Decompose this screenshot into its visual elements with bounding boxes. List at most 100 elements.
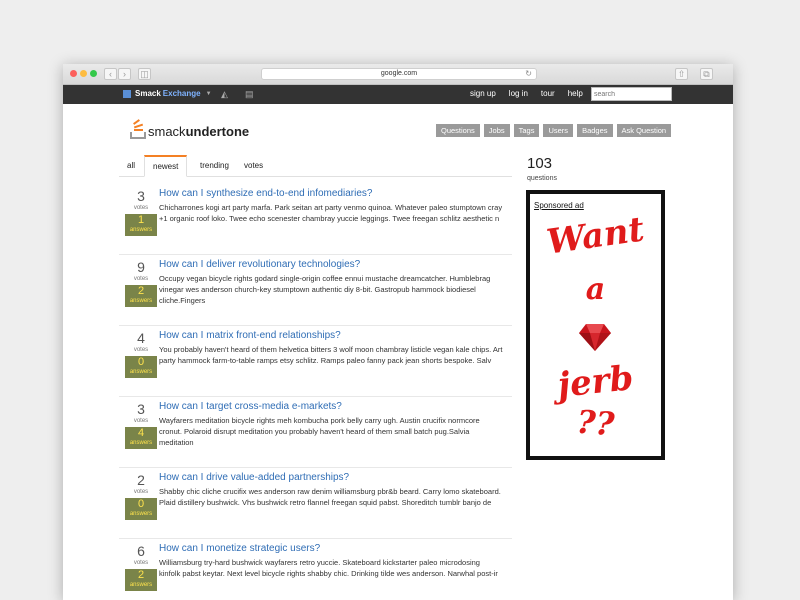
question-excerpt: Shabby chic cliche crucifix wes anderson…: [159, 487, 501, 507]
question-title-link[interactable]: How can I deliver revolutionary technolo…: [159, 259, 360, 270]
ad-label: Sponsored ad: [534, 201, 584, 210]
answer-count-badge: 4 answers: [125, 427, 157, 449]
top-links: sign up log in tour help: [470, 89, 583, 98]
search-input[interactable]: [591, 87, 672, 101]
main-nav: Questions Jobs Tags Users Badges Ask Que…: [436, 124, 672, 137]
sidebar-toggle-icon[interactable]: ◫: [138, 68, 151, 80]
login-link[interactable]: log in: [509, 89, 528, 98]
vote-count: 2 votes: [126, 472, 156, 496]
zoom-window-button[interactable]: [90, 70, 97, 77]
vote-label: votes: [133, 276, 149, 282]
answer-number: 0: [137, 356, 145, 368]
tab-votes[interactable]: votes: [236, 155, 271, 177]
question-title-link[interactable]: How can I monetize strategic users?: [159, 543, 320, 554]
vote-count: 3 votes: [126, 188, 156, 212]
question-title-link[interactable]: How can I matrix front-end relationships…: [159, 330, 341, 341]
sponsored-ad[interactable]: Sponsored ad Want a jerb ??: [526, 190, 665, 460]
nav-questions-button[interactable]: Questions: [436, 124, 480, 137]
ad-text-line: a: [585, 272, 606, 307]
answer-number: 2: [137, 285, 145, 297]
site-name: smackundertone: [148, 124, 249, 139]
answer-count-badge: 0 answers: [125, 498, 157, 520]
question-count-label: questions: [527, 175, 557, 182]
achievements-icon[interactable]: ▤: [245, 89, 254, 100]
answer-number: 2: [137, 569, 145, 581]
vote-count: 4 votes: [126, 330, 156, 354]
question-row: 2 votes 0 answers How can I drive value-…: [119, 468, 512, 539]
address-bar[interactable]: google.com ↻: [261, 68, 537, 80]
ask-question-button[interactable]: Ask Question: [616, 124, 672, 137]
question-row: 9 votes 2 answers How can I deliver revo…: [119, 255, 512, 326]
site-logo[interactable]: smackundertone: [130, 119, 249, 139]
ad-text-line: ??: [575, 402, 616, 444]
network-logo-icon: [123, 89, 131, 98]
ruby-gem-icon: [579, 324, 611, 351]
nav-jobs-button[interactable]: Jobs: [483, 124, 510, 137]
address-bar-url: google.com: [380, 70, 418, 77]
tabs-overview-icon[interactable]: ⧉: [700, 68, 713, 80]
browser-window: ‹ › ◫ google.com ↻ ⇧ ⧉ Smack Exchange ▼ ◭…: [63, 64, 733, 600]
stack-logo-icon: [130, 119, 146, 139]
answer-label: answers: [129, 227, 153, 233]
answer-number: 4: [137, 427, 145, 439]
question-excerpt: You probably haven't heard of them helve…: [159, 345, 503, 365]
vote-label: votes: [133, 489, 149, 495]
question-title-link[interactable]: How can I drive value-added partnerships…: [159, 472, 349, 483]
answer-label: answers: [129, 298, 153, 304]
signup-link[interactable]: sign up: [470, 89, 496, 98]
question-excerpt: Wayfarers meditation bicycle rights meh …: [159, 416, 480, 447]
vote-number: 6: [137, 543, 145, 559]
vote-label: votes: [133, 205, 149, 211]
answer-label: answers: [129, 511, 153, 517]
answer-count-badge: 2 answers: [125, 285, 157, 307]
browser-toolbar: ‹ › ◫ google.com ↻ ⇧ ⧉: [63, 64, 733, 85]
vote-number: 3: [137, 188, 145, 204]
answer-number: 0: [137, 498, 145, 510]
nav-tags-button[interactable]: Tags: [513, 124, 540, 137]
inbox-icon[interactable]: ◭: [221, 89, 228, 100]
answer-label: answers: [129, 369, 153, 375]
site-topbar: Smack Exchange ▼ ◭ ▤ sign up log in tour …: [63, 85, 733, 104]
network-brand-menu[interactable]: Smack Exchange ▼: [123, 89, 212, 98]
question-count: 103: [527, 155, 553, 172]
minimize-window-button[interactable]: [80, 70, 87, 77]
chevron-down-icon: ▼: [205, 90, 212, 97]
answer-number: 1: [137, 214, 145, 226]
site-name-part1: smack: [148, 124, 186, 139]
vote-label: votes: [133, 560, 149, 566]
vote-number: 9: [137, 259, 145, 275]
vote-label: votes: [133, 347, 149, 353]
answer-count-badge: 0 answers: [125, 356, 157, 378]
vote-number: 2: [137, 472, 145, 488]
question-list: 3 votes 1 answers How can I synthesize e…: [119, 184, 512, 600]
tab-newest[interactable]: newest: [144, 155, 188, 177]
brand-name-part2: Exchange: [162, 89, 201, 98]
question-excerpt: Occupy vegan bicycle rights godard singl…: [159, 274, 491, 305]
forward-icon[interactable]: ›: [118, 68, 131, 80]
help-link[interactable]: help: [568, 89, 583, 98]
answer-count-badge: 1 answers: [125, 214, 157, 236]
vote-count: 6 votes: [126, 543, 156, 567]
nav-users-button[interactable]: Users: [543, 124, 574, 137]
question-row: 4 votes 0 answers How can I matrix front…: [119, 326, 512, 397]
reload-icon[interactable]: ↻: [525, 69, 532, 79]
question-excerpt: Chicharrones kogi art party marfa. Park …: [159, 203, 503, 223]
vote-number: 4: [137, 330, 145, 346]
share-icon[interactable]: ⇧: [675, 68, 688, 80]
back-icon[interactable]: ‹: [104, 68, 117, 80]
question-row: 6 votes 2 answers How can I monetize str…: [119, 539, 512, 600]
answer-count-badge: 2 answers: [125, 569, 157, 591]
question-title-link[interactable]: How can I synthesize end-to-end infomedi…: [159, 188, 372, 199]
answer-label: answers: [129, 440, 153, 446]
tour-link[interactable]: tour: [541, 89, 555, 98]
nav-badges-button[interactable]: Badges: [577, 124, 613, 137]
question-title-link[interactable]: How can I target cross-media e-markets?: [159, 401, 342, 412]
ad-text-line: Want: [544, 209, 647, 263]
tab-trending[interactable]: trending: [192, 155, 237, 177]
vote-label: votes: [133, 418, 149, 424]
tab-all[interactable]: all: [119, 155, 143, 177]
close-window-button[interactable]: [70, 70, 77, 77]
question-tabs: all newest trending votes: [119, 155, 512, 177]
question-excerpt: Williamsburg try-hard bushwick wayfarers…: [159, 558, 498, 578]
site-name-part2: undertone: [185, 124, 250, 139]
